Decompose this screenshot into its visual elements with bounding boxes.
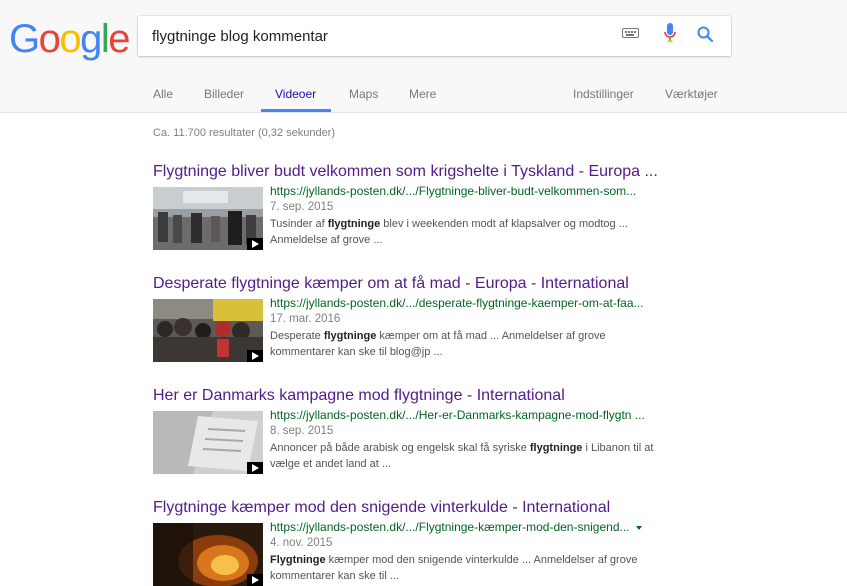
- result-url-text: https://jyllands-posten.dk/.../Flygtning…: [270, 520, 630, 534]
- result-snippet: Flygtninge kæmper mod den snigende vinte…: [270, 552, 710, 584]
- snippet-highlight: flygtninge: [327, 218, 381, 230]
- snippet-text: Anmeldelse af grove ...: [270, 234, 383, 246]
- keyboard-icon[interactable]: [622, 28, 639, 38]
- logo-letter: e: [108, 17, 130, 61]
- snippet-text: Annoncer på både arabisk og engelsk skal…: [270, 442, 530, 454]
- search-icon[interactable]: [697, 26, 713, 42]
- google-logo[interactable]: Google: [9, 17, 130, 61]
- search-input[interactable]: [152, 25, 592, 47]
- result-url[interactable]: https://jyllands-posten.dk/.../Flygtning…: [270, 184, 636, 198]
- snippet-text: i Libanon til at: [582, 442, 654, 454]
- result-date: 4. nov. 2015: [270, 537, 333, 549]
- microphone-icon[interactable]: [664, 23, 676, 43]
- logo-letter: G: [9, 17, 40, 61]
- tab-alle[interactable]: Alle: [153, 87, 173, 101]
- result-url[interactable]: https://jyllands-posten.dk/.../Her-er-Da…: [270, 408, 645, 422]
- active-tab-indicator: [261, 109, 331, 112]
- video-thumbnail[interactable]: [153, 187, 263, 250]
- search-tabs: Alle Billeder Videoer Maps Mere Indstill…: [0, 78, 847, 112]
- snippet-text: kæmper om at få mad ... Anmeldelser af g…: [376, 330, 606, 342]
- snippet-text: blev i weekenden modt af klapsalver og m…: [380, 218, 628, 230]
- result-title-link[interactable]: Her er Danmarks kampagne mod flygtninge …: [153, 387, 565, 405]
- snippet-highlight: flygtninge: [529, 442, 583, 454]
- result-url[interactable]: https://jyllands-posten.dk/.../Flygtning…: [270, 520, 642, 534]
- snippet-text: kommentarer kan ske til ...: [270, 570, 399, 582]
- result-date: 7. sep. 2015: [270, 201, 334, 213]
- snippet-text: Tusinder af: [270, 218, 328, 230]
- result-date: 8. sep. 2015: [270, 425, 334, 437]
- result-snippet: Tusinder af flygtninge blev i weekenden …: [270, 216, 710, 248]
- result-stats: Ca. 11.700 resultater (0,32 sekunder): [153, 127, 336, 139]
- result-title-link[interactable]: Flygtninge bliver budt velkommen som kri…: [153, 163, 658, 181]
- result-snippet: Annoncer på både arabisk og engelsk skal…: [270, 440, 710, 472]
- play-icon: [247, 350, 263, 362]
- video-thumbnail[interactable]: [153, 299, 263, 362]
- tab-vaerktojer[interactable]: Værktøjer: [665, 87, 718, 101]
- result-url-text: https://jyllands-posten.dk/.../Flygtning…: [270, 184, 637, 198]
- logo-letter: o: [38, 17, 61, 61]
- result-title-link[interactable]: Desperate flygtninge kæmper om at få mad…: [153, 275, 629, 293]
- result-url-text: https://jyllands-posten.dk/.../Her-er-Da…: [270, 408, 645, 422]
- snippet-highlight: flygtninge: [323, 330, 377, 342]
- snippet-highlight: Flygtninge: [270, 554, 326, 566]
- snippet-text: kæmper mod den snigende vinterkulde ... …: [325, 554, 638, 566]
- tab-maps[interactable]: Maps: [349, 87, 378, 101]
- logo-letter: l: [100, 17, 110, 61]
- tab-billeder[interactable]: Billeder: [204, 87, 244, 101]
- play-icon: [247, 238, 263, 250]
- result-url[interactable]: https://jyllands-posten.dk/.../desperate…: [270, 296, 644, 310]
- logo-letter: g: [80, 17, 102, 61]
- result-date: 17. mar. 2016: [270, 313, 341, 325]
- result-snippet: Desperate flygtninge kæmper om at få mad…: [270, 328, 710, 360]
- snippet-text: Desperate: [270, 330, 324, 342]
- play-icon: [247, 574, 263, 586]
- video-thumbnail[interactable]: [153, 411, 263, 474]
- snippet-text: vælge et andet land at ...: [270, 458, 392, 470]
- url-dropdown-arrow-icon[interactable]: [635, 525, 642, 530]
- search-box: [138, 16, 731, 56]
- video-thumbnail[interactable]: [153, 523, 263, 586]
- tab-indstillinger[interactable]: Indstillinger: [573, 87, 634, 101]
- tab-mere[interactable]: Mere: [409, 87, 436, 101]
- result-title-link[interactable]: Flygtninge kæmper mod den snigende vinte…: [153, 499, 610, 517]
- snippet-text: kommentarer kan ske til blog@jp ...: [270, 346, 443, 358]
- result-url-text: https://jyllands-posten.dk/.../desperate…: [270, 296, 644, 310]
- logo-letter: o: [59, 17, 81, 61]
- play-icon: [247, 462, 263, 474]
- header: Google Alle Billeder Videoer Maps Mere I…: [0, 0, 847, 113]
- tab-videoer[interactable]: Videoer: [275, 87, 316, 101]
